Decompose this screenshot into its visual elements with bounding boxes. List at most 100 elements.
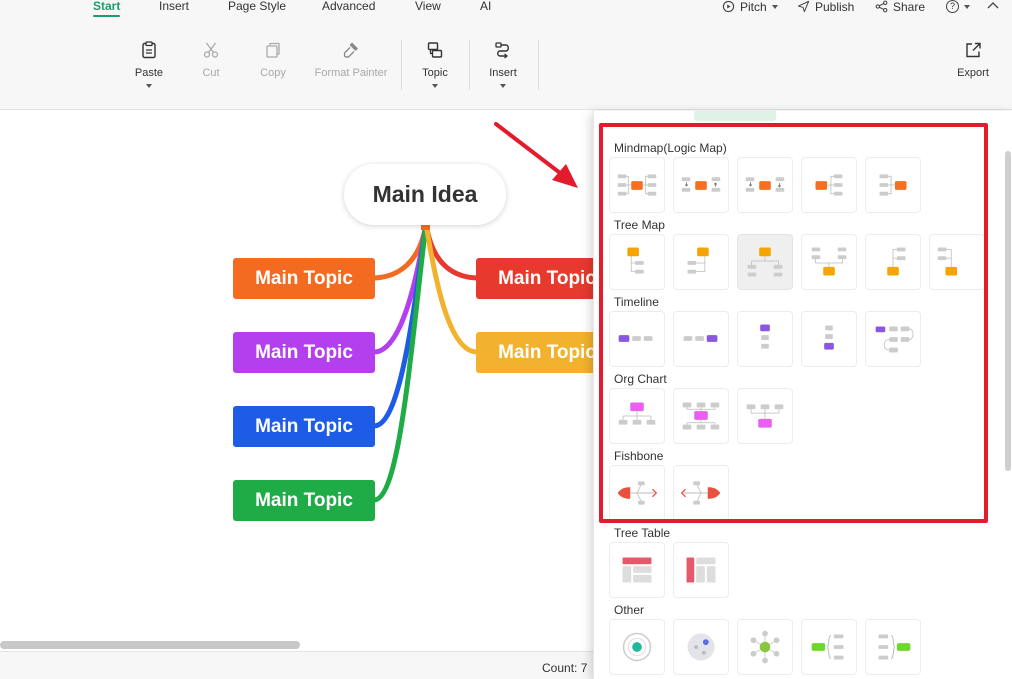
panel-tab-indicator xyxy=(694,111,776,121)
layout-thumbnail xyxy=(617,174,657,196)
paste-button[interactable]: Paste xyxy=(131,40,167,88)
layout-mindmap-right[interactable] xyxy=(801,157,857,213)
layout-timeline-horizontal-reverse[interactable] xyxy=(673,311,729,367)
tab-insert[interactable]: Insert xyxy=(159,0,189,12)
layout-mindmap-clockwise[interactable] xyxy=(673,157,729,213)
layout-timeline-vertical-up[interactable] xyxy=(801,311,857,367)
tab-page-style[interactable]: Page Style xyxy=(228,0,286,12)
share-label: Share xyxy=(893,0,926,14)
tab-advanced[interactable]: Advanced xyxy=(322,0,375,12)
layout-thumbnail xyxy=(687,633,715,661)
layout-mindmap-left[interactable] xyxy=(865,157,921,213)
export-button[interactable]: Export xyxy=(953,40,993,79)
main-topic-node[interactable]: Main Topic xyxy=(233,480,375,521)
layout-thumbnail xyxy=(811,247,847,276)
cut-label: Cut xyxy=(202,67,220,79)
layout-timeline-vertical-down[interactable] xyxy=(737,311,793,367)
layout-org-up[interactable] xyxy=(737,388,793,444)
tab-start[interactable]: Start xyxy=(93,0,121,17)
topic-count: Count: 7 xyxy=(542,661,588,675)
pitch-button[interactable]: Pitch xyxy=(722,0,778,13)
toolbar-divider xyxy=(469,40,470,90)
layout-thumbnail xyxy=(811,634,844,660)
toolbar-divider xyxy=(538,40,539,90)
layout-tree-up[interactable] xyxy=(801,234,857,290)
insert-button[interactable]: Insert xyxy=(484,40,522,88)
layout-thumbnail xyxy=(824,325,834,350)
collapse-ribbon-icon[interactable] xyxy=(986,0,1000,10)
layout-tree-left-down[interactable] xyxy=(673,234,729,290)
layout-thumbnail xyxy=(887,247,906,276)
menu-bar: Start Insert Page Style Advanced View AI… xyxy=(0,0,1012,18)
layout-radial[interactable] xyxy=(737,619,793,675)
layout-thumbnail xyxy=(618,335,653,342)
topic-button[interactable]: Topic xyxy=(417,40,453,88)
vertical-scrollbar[interactable] xyxy=(1005,151,1011,471)
help-icon: ? xyxy=(946,0,959,13)
horizontal-scrollbar[interactable] xyxy=(0,641,300,649)
layout-thumbnail xyxy=(937,247,957,276)
layout-thumbnail xyxy=(618,402,656,425)
layout-tree-org-down[interactable] xyxy=(737,234,793,290)
topic-icon xyxy=(427,42,443,58)
main-topic-node[interactable]: Main Topic xyxy=(233,332,375,373)
pointer-arrow-icon xyxy=(494,122,578,188)
insert-label: Insert xyxy=(489,67,517,79)
layout-thumbnail xyxy=(750,630,780,664)
main-topic-node[interactable]: Main Topic xyxy=(233,258,375,299)
layout-thumbnail xyxy=(687,247,709,274)
layout-tree-table-horizontal[interactable] xyxy=(609,542,665,598)
layout-thumbnail xyxy=(617,481,658,505)
publish-button[interactable]: Publish xyxy=(797,0,854,13)
tab-ai[interactable]: AI xyxy=(480,0,491,12)
layout-tree-table-vertical[interactable] xyxy=(673,542,729,598)
layout-fishbone-left[interactable] xyxy=(609,465,665,521)
layout-timeline-horizontal[interactable] xyxy=(609,311,665,367)
layout-tree-left-up[interactable] xyxy=(929,234,985,290)
pitch-label: Pitch xyxy=(740,0,767,14)
layout-thumbnail xyxy=(627,247,644,274)
layout-thumbnail xyxy=(680,481,721,505)
tab-view[interactable]: View xyxy=(415,0,441,12)
publish-label: Publish xyxy=(815,0,855,14)
copy-icon xyxy=(266,42,280,58)
main-topic-node[interactable]: Main Topic xyxy=(233,406,375,447)
layout-thumbnail xyxy=(747,247,783,277)
layout-timeline-winding[interactable] xyxy=(865,311,921,367)
layout-mindmap-anticlockwise[interactable] xyxy=(737,157,793,213)
help-button[interactable]: ? xyxy=(946,0,970,13)
section-title-tree-table: Tree Table xyxy=(614,526,671,540)
layout-tree-right-up[interactable] xyxy=(865,234,921,290)
layout-thumbnail xyxy=(745,177,785,192)
chevron-down-icon[interactable] xyxy=(432,84,438,88)
layout-fishbone-right[interactable] xyxy=(673,465,729,521)
layout-thumbnail xyxy=(875,326,914,353)
layout-org-down[interactable] xyxy=(609,388,665,444)
chevron-down-icon[interactable] xyxy=(500,84,506,88)
layout-thumbnail xyxy=(622,557,652,583)
section-title-tree-map: Tree Map xyxy=(614,218,665,232)
chevron-down-icon[interactable] xyxy=(146,84,152,88)
paint-brush-icon xyxy=(343,42,358,58)
layout-bubble[interactable] xyxy=(673,619,729,675)
section-title-other: Other xyxy=(614,603,645,617)
copy-button[interactable]: Copy xyxy=(256,40,290,79)
central-topic[interactable]: Main Idea xyxy=(344,164,506,225)
layout-thumbnail xyxy=(682,402,720,430)
clipboard-icon xyxy=(142,41,156,59)
cut-button[interactable]: Cut xyxy=(196,40,226,79)
layout-circle[interactable] xyxy=(609,619,665,675)
layout-tree-right-down[interactable] xyxy=(609,234,665,290)
share-button[interactable]: Share xyxy=(875,0,925,13)
format-painter-button[interactable]: Format Painter xyxy=(310,40,392,79)
chevron-down-icon xyxy=(964,4,970,9)
scissors-icon xyxy=(203,42,219,58)
layout-org-middle[interactable] xyxy=(673,388,729,444)
connector-line xyxy=(423,221,480,355)
layout-brace-right[interactable] xyxy=(801,619,857,675)
layout-mindmap-balanced[interactable] xyxy=(609,157,665,213)
layout-brace-left[interactable] xyxy=(865,619,921,675)
toolbar-divider xyxy=(401,40,402,90)
share-icon xyxy=(875,0,888,13)
layout-thumbnail xyxy=(815,174,843,196)
